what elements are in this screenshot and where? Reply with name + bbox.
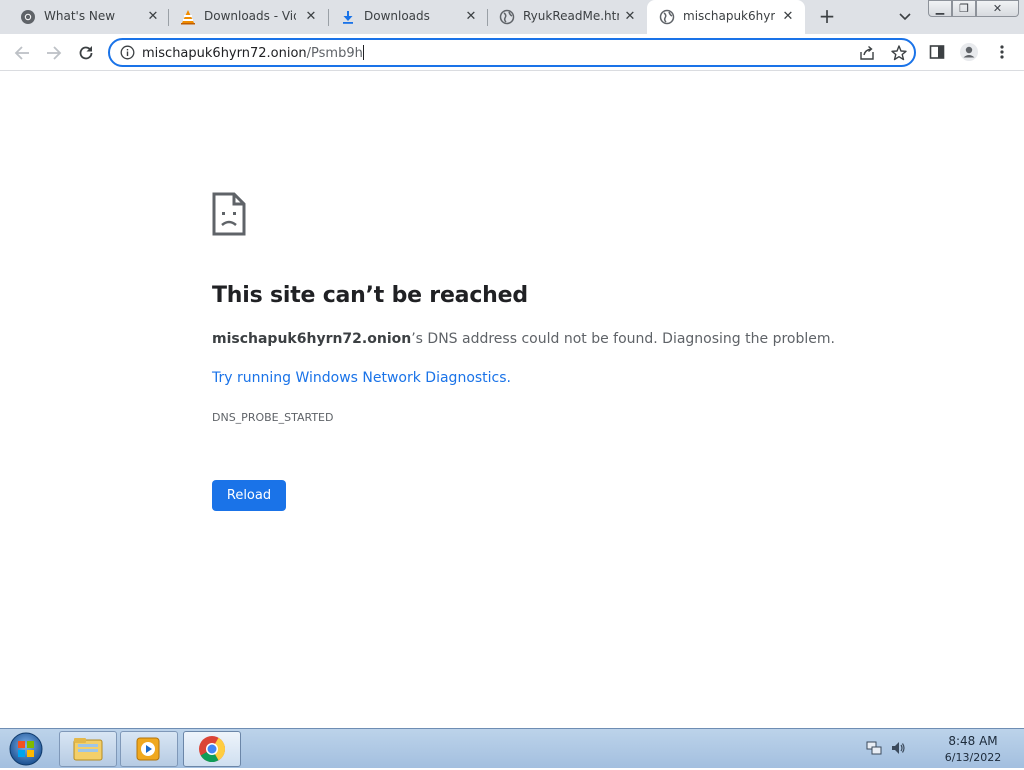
tab-search-chevron-icon[interactable] (895, 8, 915, 26)
close-tab-icon[interactable]: ✕ (779, 8, 797, 26)
bookmark-star-icon[interactable] (890, 44, 908, 62)
windows-explorer-icon (73, 738, 103, 761)
chrome-icon (199, 736, 226, 763)
tab-mischapuk-active[interactable]: mischapuk6hyrn7 ✕ (647, 0, 805, 34)
tab-title: Downloads (364, 9, 430, 23)
address-bar[interactable]: mischapuk6hyrn72.onion/Psmb9h (108, 38, 916, 67)
tab-title: What's New (44, 9, 116, 23)
close-window-button[interactable]: ✕ (976, 0, 1019, 17)
new-tab-plus-icon[interactable]: + (816, 6, 838, 28)
tab-title: mischapuk6hyrn7 (683, 9, 775, 23)
tab-downloads[interactable]: Downloads ✕ (328, 0, 488, 34)
globe-icon (659, 9, 675, 25)
error-description-text: ’s DNS address could not be found. Diagn… (411, 331, 835, 347)
kebab-menu-icon (1000, 45, 1004, 59)
restore-icon: ❐ (959, 2, 969, 15)
tab-downloads-video[interactable]: Downloads - Vide ✕ (168, 0, 328, 34)
close-tab-icon[interactable]: ✕ (621, 8, 639, 26)
profile-avatar-icon (960, 43, 978, 61)
tab-whats-new[interactable]: What's New ✕ (8, 0, 168, 34)
forward-arrow-icon (47, 46, 62, 60)
error-host: mischapuk6hyrn72.onion (212, 331, 412, 347)
network-diagnostics-link[interactable]: Try running Windows Network Diagnostics. (212, 370, 511, 386)
url-path: /Psmb9h (306, 46, 363, 61)
tab-strip: What's New ✕ Downloads - Vide ✕ Download… (0, 0, 1024, 34)
tab-title: RyukReadMe.html (523, 9, 619, 23)
close-tab-icon[interactable]: ✕ (302, 8, 320, 26)
chrome-icon (21, 10, 35, 24)
site-info-icon[interactable] (120, 45, 135, 60)
sad-document-icon (212, 192, 246, 236)
text-caret (362, 45, 364, 60)
taskbar-explorer[interactable] (59, 731, 117, 767)
download-arrow-icon (343, 11, 353, 24)
volume-tray-icon[interactable] (890, 740, 906, 756)
minimize-icon: ▁ (935, 2, 945, 15)
profile-button[interactable] (959, 42, 979, 62)
back-arrow-icon (14, 46, 29, 60)
minimize-button[interactable]: ▁ (928, 0, 952, 17)
taskbar-media-player[interactable] (120, 731, 178, 767)
network-tray-icon[interactable] (866, 740, 882, 756)
url-text[interactable]: mischapuk6hyrn72.onion/Psmb9h (142, 45, 364, 61)
error-title: This site can’t be reached (212, 283, 528, 308)
close-window-icon: ✕ (992, 2, 1003, 15)
reload-button[interactable]: Reload (212, 480, 286, 511)
menu-button[interactable] (992, 42, 1012, 62)
error-description: mischapuk6hyrn72.onion’s DNS address cou… (212, 331, 835, 347)
media-player-icon (136, 737, 160, 761)
globe-icon (499, 9, 515, 25)
browser-toolbar: mischapuk6hyrn72.onion/Psmb9h (0, 34, 1024, 88)
refresh-icon (79, 46, 93, 60)
reload-toolbar-button[interactable] (74, 41, 98, 65)
windows-taskbar: 8:48 AM 6/13/2022 (0, 728, 1024, 768)
forward-button[interactable] (42, 41, 66, 65)
side-panel-button[interactable] (927, 42, 947, 62)
close-tab-icon[interactable]: ✕ (462, 8, 480, 26)
close-tab-icon[interactable]: ✕ (144, 8, 162, 26)
error-code: DNS_PROBE_STARTED (212, 411, 334, 424)
url-host: mischapuk6hyrn72.onion (142, 46, 307, 61)
maximize-button[interactable]: ❐ (952, 0, 976, 17)
back-button[interactable] (10, 41, 34, 65)
vlc-cone-icon (181, 10, 195, 25)
tab-ryuk-readme[interactable]: RyukReadMe.html ✕ (487, 0, 647, 34)
share-icon[interactable] (858, 44, 876, 62)
taskbar-chrome[interactable] (183, 731, 241, 767)
clock-time[interactable]: 8:48 AM (934, 734, 1012, 748)
clock-date[interactable]: 6/13/2022 (934, 751, 1012, 764)
side-panel-icon (929, 45, 945, 59)
error-page: This site can’t be reached mischapuk6hyr… (0, 72, 1024, 728)
tab-title: Downloads - Vide (204, 9, 296, 23)
windows-start-orb-icon[interactable] (5, 731, 47, 767)
